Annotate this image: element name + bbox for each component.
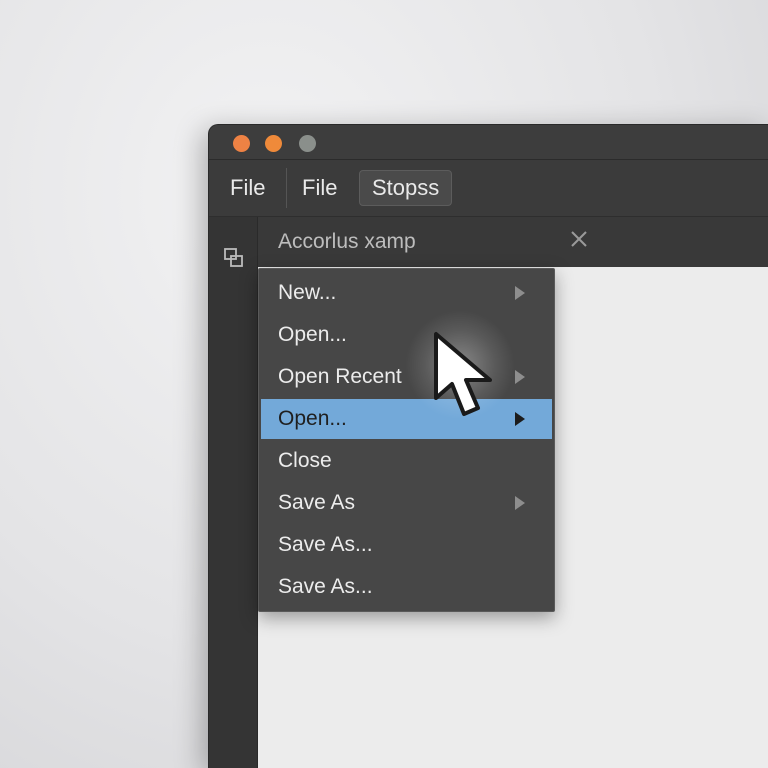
menu-file-secondary[interactable]: File <box>302 170 337 206</box>
menu-file[interactable]: File <box>230 170 265 206</box>
tab-bar: Accorlus xamp <box>258 217 768 267</box>
chevron-right-icon <box>515 412 525 426</box>
menu-item-label: Save As... <box>278 575 373 598</box>
title-bar[interactable] <box>209 125 768 160</box>
menu-item-label: Open... <box>278 323 347 346</box>
menu-item-label: New... <box>278 281 337 304</box>
menu-item-save-as-2[interactable]: Save As... <box>259 525 550 565</box>
chevron-right-icon <box>515 370 525 384</box>
menu-item-label: Open Recent <box>278 365 402 388</box>
menu-item-new[interactable]: New... <box>259 273 550 313</box>
close-icon[interactable] <box>568 228 590 250</box>
menu-stopss[interactable]: Stopss <box>359 170 453 206</box>
file-dropdown-menu: New... Open... Open Recent Open... Close… <box>258 268 555 612</box>
menu-bar: File File Stopss <box>209 160 768 217</box>
minimize-window-button[interactable] <box>265 135 282 152</box>
menu-item-label: Open... <box>278 407 347 430</box>
menu-item-close[interactable]: Close <box>259 441 550 481</box>
menu-item-open-highlighted[interactable]: Open... <box>261 399 552 439</box>
sidebar <box>209 217 258 768</box>
chevron-right-icon <box>515 286 525 300</box>
chevron-right-icon <box>515 496 525 510</box>
menu-item-label: Close <box>278 449 332 472</box>
menu-item-save-as[interactable]: Save As <box>259 483 550 523</box>
zoom-window-button[interactable] <box>299 135 316 152</box>
menu-item-label: Save As... <box>278 533 373 556</box>
tab-title[interactable]: Accorlus xamp <box>278 230 416 254</box>
menu-separator <box>286 168 287 208</box>
panel-layout-icon[interactable] <box>223 247 245 269</box>
menu-item-label: Save As <box>278 491 356 514</box>
close-window-button[interactable] <box>233 135 250 152</box>
menu-item-save-as-3[interactable]: Save As... <box>259 567 550 607</box>
pointer-cursor-icon <box>434 332 492 416</box>
